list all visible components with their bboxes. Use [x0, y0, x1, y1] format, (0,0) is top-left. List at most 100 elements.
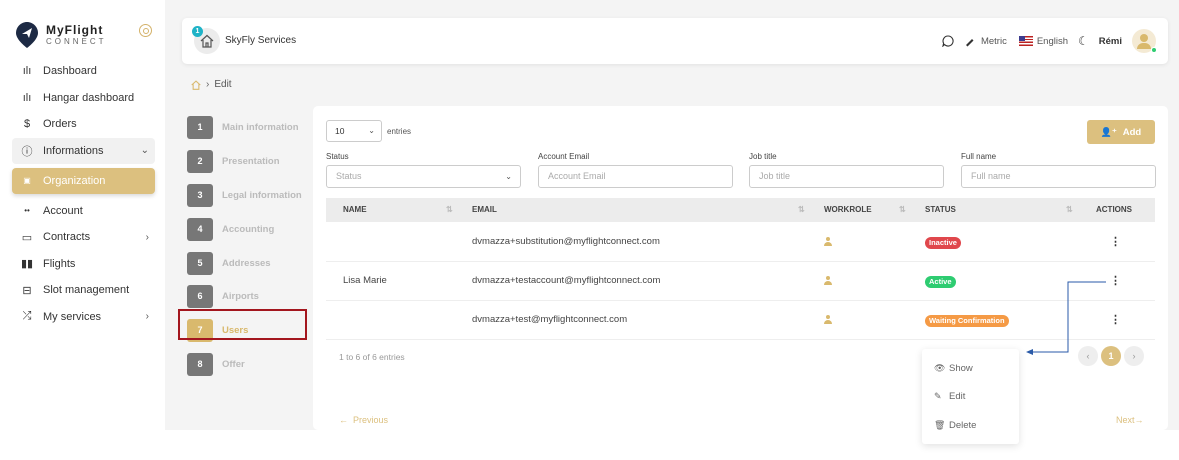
step-label: Offer: [222, 358, 245, 370]
row-actions-menu-icon[interactable]: ⋮: [1110, 301, 1121, 339]
ruler-icon: [964, 38, 974, 46]
building-icon: ▣: [23, 176, 31, 185]
add-user-button[interactable]: 👤⁺ Add: [1087, 120, 1155, 144]
status-badge: Inactive: [925, 237, 961, 249]
full-name-field[interactable]: Full name: [961, 165, 1156, 188]
brand-name: MyFlight: [46, 23, 104, 37]
menu-item-label: Show: [949, 363, 973, 374]
table-row: dvmazza+substitution@myflightconnect.com…: [326, 223, 1155, 262]
sidebar-item-label: Informations: [43, 144, 104, 157]
brand-logo[interactable]: MyFlight CONNECT: [16, 22, 107, 48]
sidebar-item-slot-management[interactable]: ⊟ Slot management: [12, 277, 155, 303]
email-filter-label: Account Email: [538, 152, 590, 161]
step-accounting[interactable]: 4 Accounting: [187, 212, 311, 246]
step-label: Main information: [222, 122, 299, 134]
users-icon: ••: [24, 206, 30, 215]
folder-icon: ▭: [21, 231, 33, 244]
sidebar-nav: ılı Dashboard ılı Hangar dashboard $ Ord…: [12, 58, 155, 330]
next-page-button[interactable]: ›: [1124, 346, 1144, 366]
bar-chart-icon: ılı: [22, 65, 32, 77]
step-presentation[interactable]: 2 Presentation: [187, 145, 311, 179]
target-icon[interactable]: [139, 24, 152, 37]
user-icon: [824, 276, 832, 286]
entries-control: 10 ⌄ entries: [326, 120, 411, 142]
filters: Status Status ⌄ Account Email Account Em…: [326, 152, 1156, 192]
shuffle-icon: ⤮: [22, 310, 32, 322]
step-legal-information[interactable]: 3 Legal information: [187, 179, 311, 213]
sort-icon[interactable]: ⇅: [446, 198, 453, 222]
sidebar-item-my-services[interactable]: ⤮ My services ›: [12, 304, 155, 330]
previous-link[interactable]: ← Previous: [339, 415, 388, 425]
avatar[interactable]: [1132, 29, 1157, 53]
row-email: dvmazza+test@myflightconnect.com: [472, 314, 628, 325]
row-actions-menu-icon[interactable]: ⋮: [1110, 262, 1121, 300]
brand-subname: CONNECT: [46, 37, 107, 46]
column-status[interactable]: STATUS: [925, 198, 956, 222]
job-title-filter: Job title Job title: [749, 152, 944, 188]
sidebar-item-label: Flights: [43, 257, 76, 270]
step-label: Addresses: [222, 257, 271, 269]
company-name: SkyFly Services: [225, 35, 297, 46]
sort-icon[interactable]: ⇅: [1066, 198, 1073, 222]
menu-item-show[interactable]: 👁 Show: [934, 363, 973, 374]
sidebar-item-organization[interactable]: ▣ Organization: [12, 167, 155, 194]
online-status-dot: [1151, 47, 1157, 53]
step-number: 4: [187, 217, 213, 241]
row-email: dvmazza+testaccount@myflightconnect.com: [472, 275, 661, 286]
status-select[interactable]: Status ⌄: [326, 165, 521, 188]
sort-icon[interactable]: ⇅: [899, 198, 906, 222]
sidebar-item-contracts[interactable]: ▭ Contracts ›: [12, 224, 155, 250]
sidebar-item-label: Slot management: [43, 284, 130, 296]
luggage-icon: ▮▮: [20, 258, 34, 270]
column-email[interactable]: EMAIL: [472, 198, 497, 222]
menu-item-delete[interactable]: 🗑 Delete: [934, 420, 976, 431]
sort-icon[interactable]: ⇅: [798, 198, 805, 222]
chat-icon[interactable]: [942, 35, 954, 47]
moon-icon[interactable]: ☾: [1078, 34, 1089, 48]
next-link[interactable]: Next→: [1116, 415, 1144, 425]
row-actions-menu-icon[interactable]: ⋮: [1110, 223, 1121, 261]
step-offer[interactable]: 8 Offer: [187, 348, 311, 382]
breadcrumb: › Edit: [191, 79, 232, 90]
sidebar-item-label: Dashboard: [43, 65, 97, 77]
top-bar: 1 SkyFly Services Metric English ☾ Rémi: [182, 18, 1168, 64]
language-selector[interactable]: English: [1037, 36, 1068, 47]
step-number: 5: [187, 251, 213, 275]
job-title-field[interactable]: Job title: [749, 165, 944, 188]
column-workrole[interactable]: WORKROLE: [824, 198, 872, 222]
step-main-information[interactable]: 1 Main information: [187, 111, 311, 145]
row-actions-dropdown: 👁 Show ✎ Edit 🗑 Delete: [922, 349, 1019, 444]
page-size-select[interactable]: 10 ⌄: [326, 120, 382, 142]
row-email: dvmazza+substitution@myflightconnect.com: [472, 236, 660, 247]
home-icon[interactable]: [191, 79, 201, 90]
add-button-label: Add: [1122, 126, 1142, 138]
menu-item-label: Edit: [949, 391, 966, 402]
email-field[interactable]: Account Email: [538, 165, 733, 188]
sidebar-item-hangar-dashboard[interactable]: ılı Hangar dashboard: [12, 85, 155, 111]
unit-toggle[interactable]: Metric: [981, 36, 1007, 47]
annotation-arrow: [1026, 281, 1106, 355]
step-number: 3: [187, 183, 213, 207]
chevron-down-icon: ⌄: [368, 126, 375, 135]
us-flag-icon: [1018, 36, 1033, 46]
home-button[interactable]: 1: [192, 26, 220, 54]
chevron-right-icon: ›: [145, 231, 149, 243]
home-icon: [200, 34, 214, 48]
sidebar-item-informations[interactable]: ⓘ Informations ⌄: [12, 137, 155, 164]
sidebar-item-orders[interactable]: $ Orders: [12, 111, 155, 137]
sidebar-item-label: Contracts: [43, 231, 91, 243]
next-label: Next: [1116, 415, 1135, 425]
step-addresses[interactable]: 5 Addresses: [187, 246, 311, 280]
chevron-down-icon: ⌄: [505, 172, 512, 181]
sidebar-item-flights[interactable]: ▮▮ Flights: [12, 251, 155, 277]
step-number: 6: [187, 285, 213, 309]
sidebar-item-account[interactable]: •• Account: [12, 198, 155, 224]
column-actions: ACTIONS: [1096, 205, 1132, 214]
sidebar-item-dashboard[interactable]: ılı Dashboard: [12, 58, 155, 84]
menu-item-edit[interactable]: ✎ Edit: [934, 391, 965, 402]
column-name[interactable]: NAME: [343, 198, 367, 222]
status-filter: Status Status ⌄: [326, 152, 521, 188]
user-name[interactable]: Rémi: [1099, 36, 1122, 47]
row-name: Lisa Marie: [343, 275, 387, 286]
arrow-right-icon: →: [1134, 415, 1144, 425]
